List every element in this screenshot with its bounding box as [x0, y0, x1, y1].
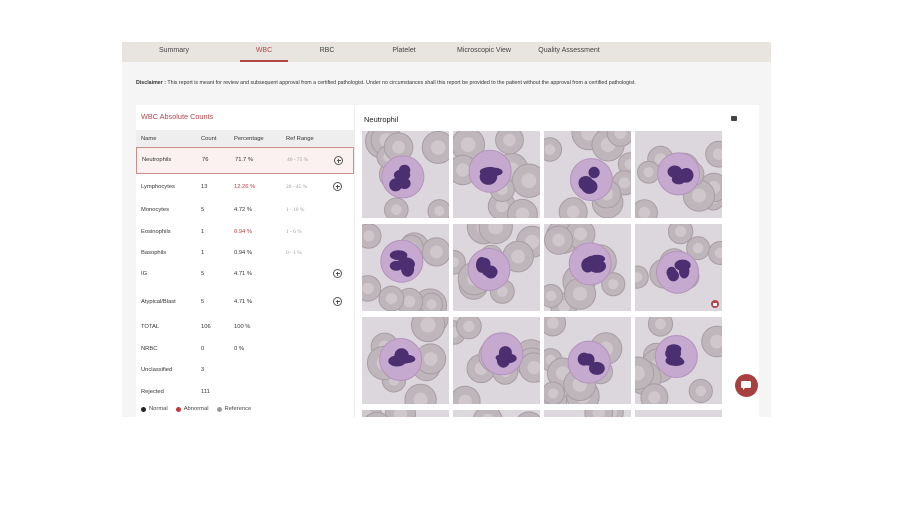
cell-count: 5	[201, 271, 205, 277]
legend-dot-icon	[175, 406, 181, 412]
table-row: Basophils 1 0.94 % 0 - 1 %	[136, 242, 354, 264]
tab-bar: Summary WBC RBC Platelet Microscopic View Qua…	[122, 42, 771, 62]
cell-ref-range: 20 - 45 %	[286, 184, 308, 190]
tab-rbc[interactable]: RBC	[308, 42, 346, 62]
cell-percentage: 4.72 %	[234, 207, 253, 213]
table-row: Rejected 111	[136, 381, 354, 403]
cell-image[interactable]	[544, 317, 631, 404]
cell-image[interactable]	[362, 317, 449, 404]
table-row: NRBC 0 0 %	[136, 338, 354, 360]
gallery-title: Neutrophil	[364, 115, 399, 124]
cell-percentage: 12.26 %	[234, 184, 256, 190]
cell-ref-range: 1 - 6 %	[286, 229, 302, 235]
cell-image[interactable]	[635, 410, 722, 417]
legend-label: Abnormal	[183, 406, 209, 412]
legend-dot-icon	[141, 406, 146, 412]
cell-image[interactable]	[362, 131, 449, 218]
table-row[interactable]: IG 5 4.71 %	[136, 263, 354, 285]
disclaimer-text: This report is meant for review and subs…	[167, 80, 636, 86]
cell-count: 1	[201, 250, 205, 256]
legend-label: Normal	[149, 406, 168, 412]
report-frame: Summary WBC RBC Platelet Microscopic View Qua…	[122, 42, 771, 417]
cell-percentage: 4.71 %	[234, 271, 253, 277]
table-row: Unclassified 3	[136, 359, 354, 381]
tab-quality-assessment[interactable]: Quality Assessment	[530, 42, 608, 62]
cell-ref-range: 40 - 75 %	[287, 157, 309, 163]
cell-count: 0	[201, 346, 205, 352]
cell-percentage: 0 %	[234, 346, 244, 352]
cell-count: 106	[201, 324, 211, 330]
cell-name: Eosinophils	[141, 229, 171, 235]
cell-image[interactable]	[362, 410, 449, 417]
header-count: Count	[201, 136, 217, 142]
header-percentage: Percentage	[234, 136, 264, 142]
expand-plus-icon[interactable]	[333, 297, 342, 306]
cell-ref-range: 1 - 10 %	[286, 207, 305, 213]
cell-percentage: 4.71 %	[234, 299, 253, 305]
cell-percentage: 0.94 %	[234, 229, 253, 235]
cell-ref-range: 0 - 1 %	[286, 250, 302, 256]
cell-image[interactable]	[453, 131, 540, 218]
cell-name: Unclassified	[141, 367, 173, 373]
cell-image[interactable]	[453, 317, 540, 404]
cell-image[interactable]	[635, 131, 722, 218]
legend: Normal Abnormal Reference	[141, 406, 259, 413]
expand-plus-icon[interactable]	[333, 269, 342, 278]
legend-label: Reference	[224, 406, 252, 412]
image-flag-icon[interactable]	[711, 300, 719, 308]
cell-name: Rejected	[141, 389, 164, 395]
tab-microscopic-view[interactable]: Microscopic View	[448, 42, 520, 62]
table-row: TOTAL 106 100 %	[136, 316, 354, 338]
cell-name: NRBC	[141, 346, 158, 352]
table-row[interactable]: Neutrophils 76 71.7 % 40 - 75 %	[136, 147, 354, 174]
wbc-counts-panel: WBC Absolute Counts Name Count Percentag…	[136, 105, 354, 417]
header-ref-range: Ref Range	[286, 136, 314, 142]
cell-count: 76	[202, 157, 209, 163]
cell-count: 13	[201, 184, 208, 190]
cell-name: Basophils	[141, 250, 167, 256]
panel-title: WBC Absolute Counts	[141, 112, 214, 121]
cell-image[interactable]	[635, 224, 722, 311]
cell-gallery: Neutrophil	[354, 105, 759, 417]
cell-name: Neutrophils	[142, 157, 172, 163]
cell-count: 3	[201, 367, 205, 373]
cell-name: Lymphocytes	[141, 184, 175, 190]
cell-image[interactable]	[362, 224, 449, 311]
table-row: Eosinophils 1 0.94 % 1 - 6 %	[136, 221, 354, 243]
cell-image[interactable]	[453, 410, 540, 417]
table-row[interactable]: Lymphocytes 13 12.26 % 20 - 45 %	[136, 176, 354, 198]
cell-image[interactable]	[544, 410, 631, 417]
header-name: Name	[141, 136, 157, 142]
table-row[interactable]: Atypical/Blast 5 4.71 %	[136, 291, 354, 313]
tab-summary[interactable]: Summary	[150, 42, 198, 62]
cell-image[interactable]	[635, 317, 722, 404]
disclaimer: Disclaimer : This report is meant for re…	[136, 80, 636, 86]
chat-icon[interactable]	[735, 374, 758, 397]
cell-percentage: 100 %	[234, 324, 251, 330]
expand-plus-icon[interactable]	[334, 156, 343, 165]
cell-image[interactable]	[453, 224, 540, 311]
legend-dot-icon	[216, 406, 222, 412]
camera-icon[interactable]	[731, 116, 737, 121]
table-row: Monocytes 5 4.72 % 1 - 10 %	[136, 199, 354, 221]
cell-count: 111	[201, 389, 210, 395]
cell-name: IG	[141, 271, 148, 277]
tab-platelet[interactable]: Platelet	[380, 42, 428, 62]
cell-count: 5	[201, 207, 205, 213]
cell-percentage: 0.94 %	[234, 250, 253, 256]
cell-count: 1	[201, 229, 205, 235]
cell-name: Atypical/Blast	[141, 299, 176, 305]
cell-name: TOTAL	[141, 324, 160, 330]
tab-wbc[interactable]: WBC	[240, 42, 288, 62]
table-header: Name Count Percentage Ref Range	[136, 130, 354, 148]
expand-plus-icon[interactable]	[333, 182, 342, 191]
cell-image[interactable]	[544, 224, 631, 311]
cell-name: Monocytes	[141, 207, 170, 213]
cell-count: 5	[201, 299, 205, 305]
cell-percentage: 71.7 %	[235, 157, 254, 163]
disclaimer-label: Disclaimer :	[136, 80, 167, 86]
cell-image[interactable]	[544, 131, 631, 218]
